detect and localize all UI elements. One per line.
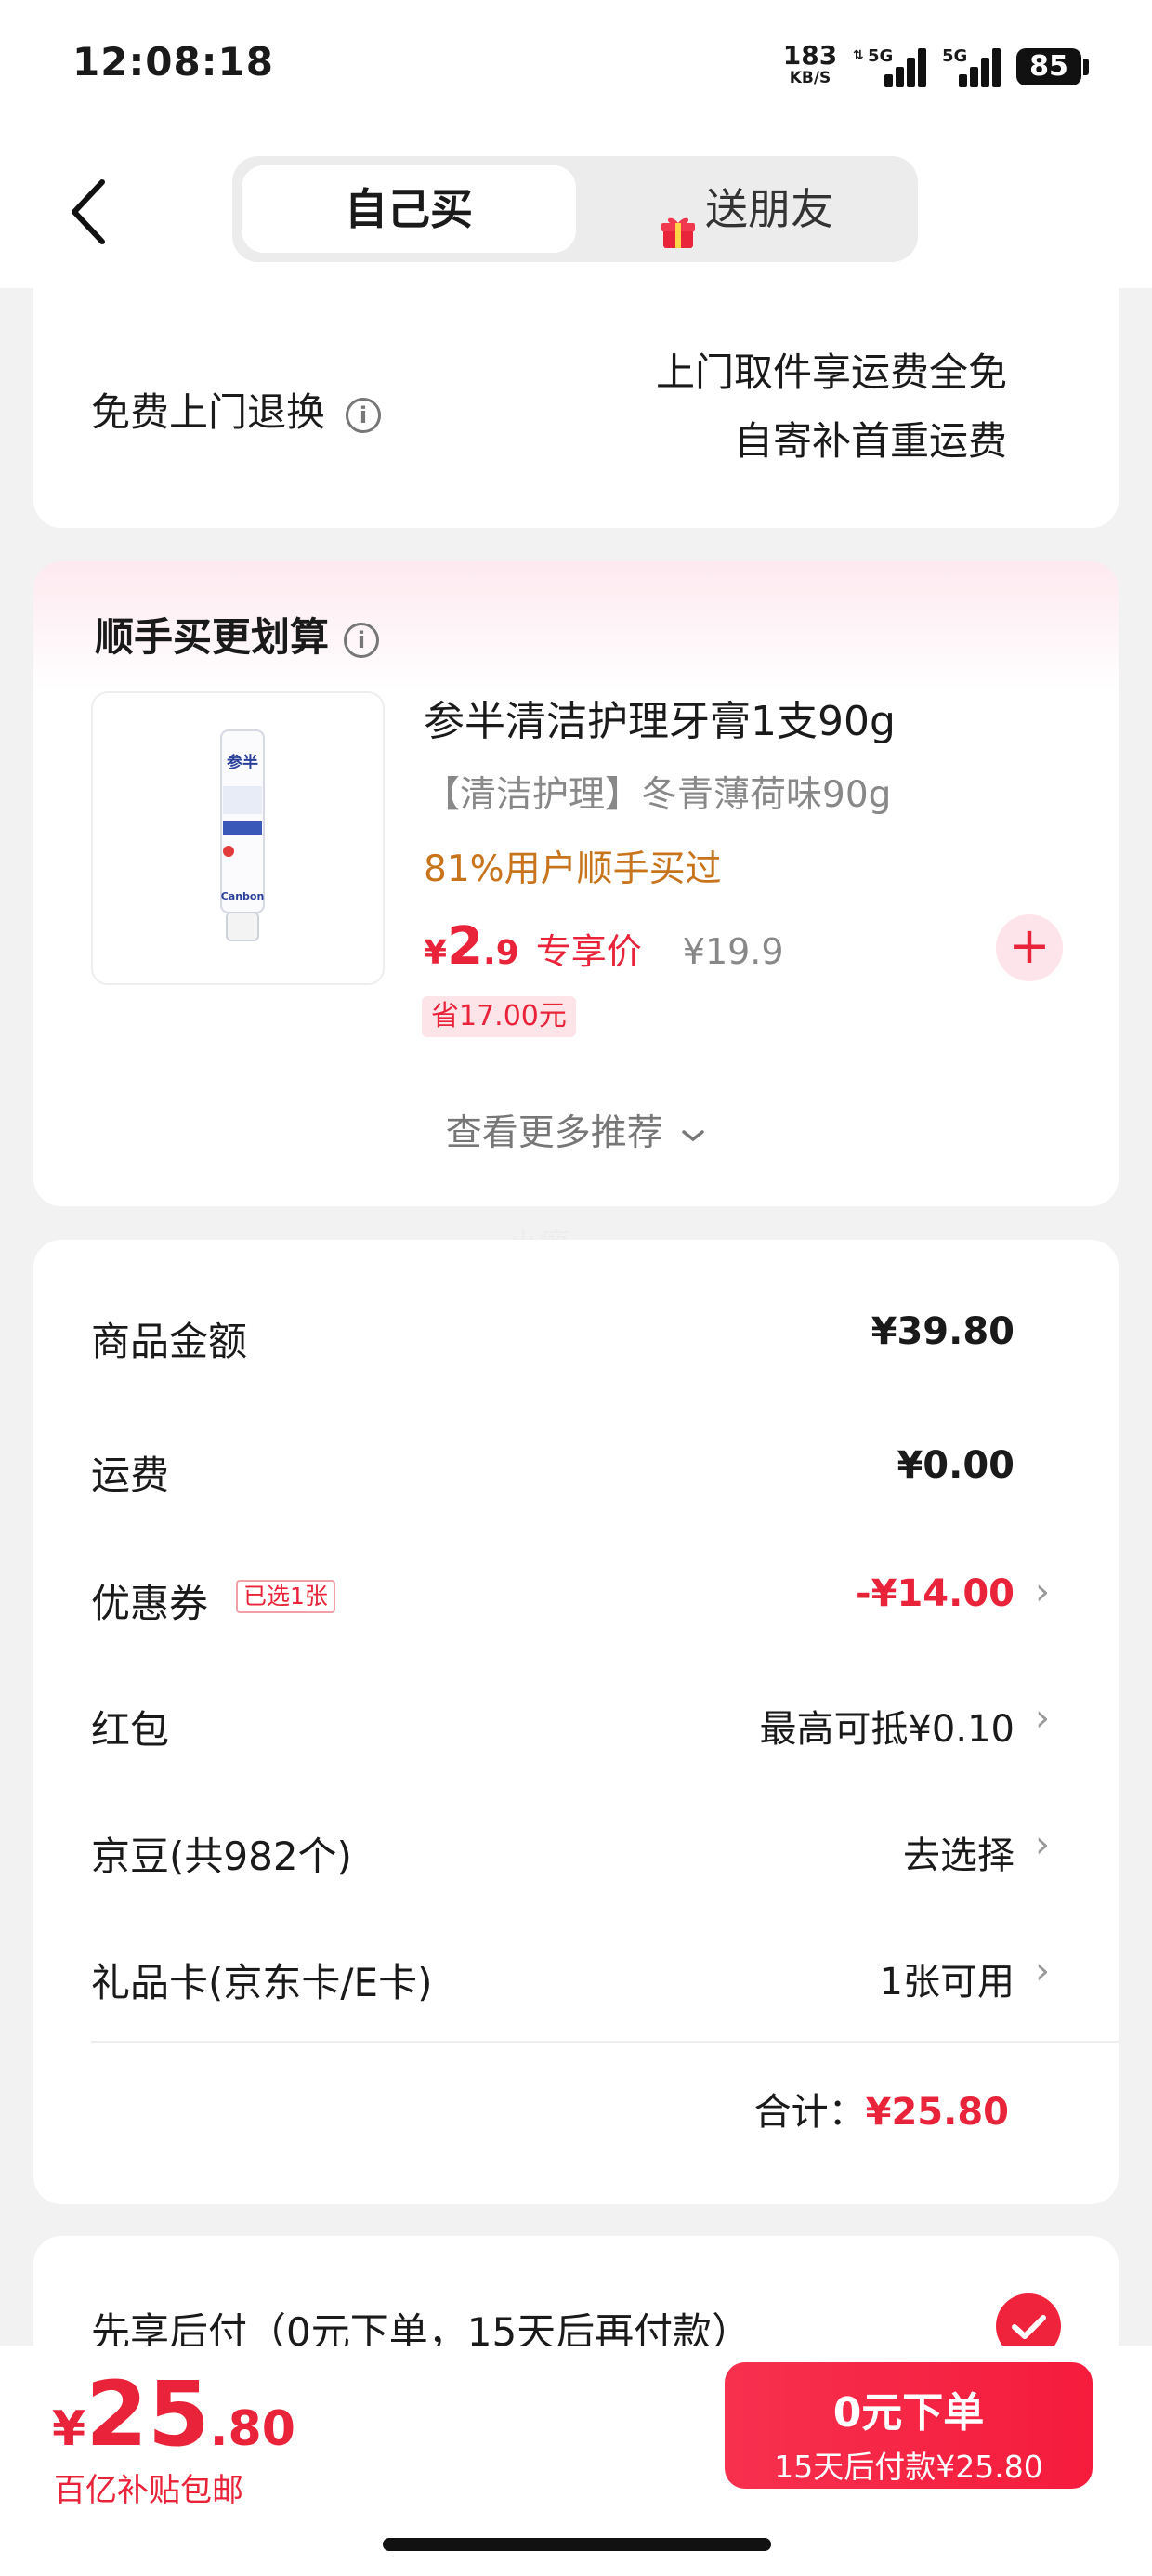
home-indicator[interactable]: [383, 2538, 771, 2551]
goods-amount-label: 商品金额: [91, 1319, 248, 1364]
status-time: 12:08:18: [72, 39, 274, 85]
bought-together-note: 81%用户顺手买过: [424, 848, 722, 890]
price-integer: 2: [447, 916, 484, 977]
total-row: 合计：¥25.80: [754, 2082, 1009, 2136]
price-row: ¥2.9 专享价 ¥19.9: [424, 916, 784, 977]
info-icon[interactable]: i: [346, 397, 382, 433]
total-value: ¥25.80: [865, 2091, 1009, 2134]
gift-icon: [661, 191, 696, 248]
chevron-right-icon: ›: [1035, 1950, 1050, 1992]
save-badge: 省17.00元: [422, 996, 576, 1037]
battery-tip: [1083, 59, 1089, 75]
bottom-price: ¥25.80: [52, 2362, 295, 2466]
subsidy-label: 百亿补贴包邮: [54, 2472, 243, 2509]
tab-self-buy[interactable]: 自己买: [242, 165, 576, 253]
header: 自己买 送朋友: [0, 139, 1152, 288]
network-type-1: 5G: [868, 46, 894, 66]
tab-gift-friend[interactable]: 送朋友: [585, 165, 909, 253]
more-recommend-link[interactable]: 查看更多推荐: [33, 1104, 1119, 1156]
network-type-2: 5G: [942, 46, 968, 66]
coupon-selected-badge: 已选1张: [236, 1580, 335, 1613]
shipping-value: ¥0.00: [897, 1444, 1015, 1487]
chevron-left-icon: [72, 179, 105, 244]
free-return-line2: 自寄补首重运费: [733, 418, 1007, 464]
shipping-label: 运费: [91, 1452, 170, 1498]
bottom-currency: ¥: [52, 2401, 86, 2457]
tube-brand-text: 参半: [227, 753, 258, 772]
price-tag: 专享价: [535, 931, 642, 972]
toothpaste-image: 参半 Canbon: [220, 729, 265, 941]
signal-icon-1: ⇅ 5G: [853, 46, 927, 87]
chevron-right-icon: ›: [1035, 1571, 1050, 1613]
coupon-value: -¥14.00: [856, 1572, 1015, 1615]
goods-amount-value: ¥39.80: [871, 1310, 1015, 1353]
bottom-amount-int: 25: [85, 2362, 210, 2466]
coupon-label: 优惠券: [91, 1581, 209, 1626]
product-thumbnail[interactable]: 参半 Canbon: [91, 691, 385, 985]
purchase-mode-switch: 自己买 送朋友: [232, 156, 918, 262]
free-return-label: 免费上门退换: [91, 389, 326, 435]
jingdou-label: 京豆(共982个): [91, 1833, 352, 1879]
network-speed-value: 183: [782, 40, 838, 71]
original-price: ¥19.9: [682, 931, 784, 972]
checkout-page: 12:08:18 183 KB/S ⇅ 5G 5G 85 自己买 送朋友 免费上…: [0, 0, 1152, 2576]
recommend-title-row: 顺手买更划算 i: [95, 606, 380, 663]
delivery-card: 免费上门退换 i 上门取件享运费全免 自寄补首重运费: [33, 279, 1119, 528]
battery-icon: 85: [1016, 48, 1081, 85]
recommend-card: 顺手买更划算 i 参半 Canbon 参半清洁护理牙膏1支90g 【清洁护理】冬青…: [33, 561, 1119, 1206]
jingdou-value: 去选择: [903, 1834, 1015, 1877]
total-label: 合计：: [753, 2091, 866, 2134]
divider: [91, 2041, 1119, 2043]
price-summary-card: 商品金额 ¥39.80 运费 ¥0.00 优惠券 已选1张 -¥14.00 › …: [33, 1240, 1119, 2204]
gift-card-label: 礼品卡(京东卡/E卡): [91, 1960, 433, 2005]
product-spec[interactable]: 【清洁护理】冬青薄荷味90g: [424, 766, 891, 818]
more-recommend-label: 查看更多推荐: [445, 1112, 663, 1154]
red-packet-value: 最高可抵¥0.10: [759, 1708, 1015, 1751]
plus-icon: +: [1008, 916, 1051, 975]
network-speed-unit: KB/S: [789, 69, 831, 87]
red-packet-label: 红包: [91, 1707, 170, 1753]
recommend-title: 顺手买更划算: [95, 614, 330, 660]
bottom-amount-dec: .80: [209, 2401, 295, 2457]
place-order-subtitle: 15天后付款¥25.80: [774, 2449, 1043, 2485]
free-return-line1: 上门取件享运费全免: [655, 349, 1007, 395]
signal-icon-2: 5G: [942, 46, 1003, 87]
info-icon[interactable]: i: [344, 622, 380, 658]
price-currency: ¥: [424, 934, 448, 972]
tab-gift-label: 送朋友: [705, 184, 833, 234]
place-order-button[interactable]: 0元下单 15天后付款¥25.80: [725, 2362, 1093, 2489]
gift-card-value: 1张可用: [879, 1961, 1015, 2004]
product-name[interactable]: 参半清洁护理牙膏1支90g: [424, 688, 896, 747]
status-bar: 12:08:18 183 KB/S ⇅ 5G 5G 85: [0, 0, 1152, 139]
chevron-right-icon: ›: [1035, 1697, 1050, 1740]
free-return-desc: 上门取件享运费全免 自寄补首重运费: [656, 338, 1007, 476]
network-speed: 183 KB/S: [782, 43, 838, 86]
back-button[interactable]: [65, 175, 121, 249]
tube-logo-text: Canbon: [221, 890, 265, 902]
free-return-row: 免费上门退换 i: [91, 381, 382, 438]
price-decimal: .9: [483, 934, 519, 972]
add-to-cart-button[interactable]: +: [996, 914, 1063, 981]
chevron-down-icon: [682, 1129, 704, 1141]
chevron-right-icon: ›: [1035, 1823, 1050, 1866]
place-order-title: 0元下单: [832, 2389, 985, 2437]
